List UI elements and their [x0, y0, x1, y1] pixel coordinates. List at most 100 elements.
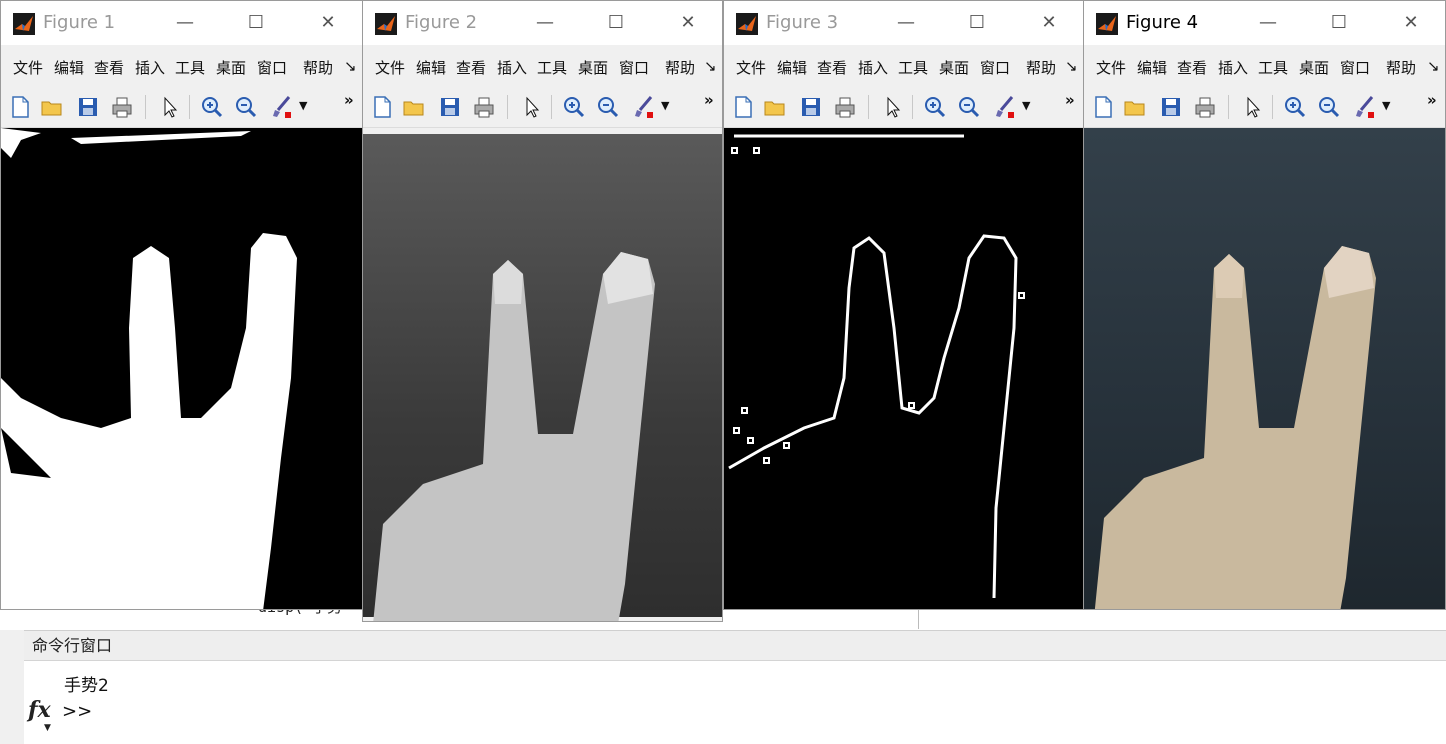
menu-overflow-icon[interactable]: ↘	[1065, 57, 1078, 75]
close-button[interactable]: ✕	[1395, 9, 1427, 37]
minimize-button[interactable]: —	[169, 9, 201, 37]
menu-item[interactable]: 文件	[375, 57, 405, 78]
maximize-button[interactable]: ☐	[1323, 9, 1355, 37]
menu-item[interactable]: 帮助	[303, 57, 333, 78]
open-folder-icon[interactable]	[1122, 94, 1148, 120]
fx-icon[interactable]: fx	[28, 697, 51, 723]
print-icon[interactable]	[832, 94, 858, 120]
brush-icon[interactable]	[992, 94, 1018, 120]
menu-item[interactable]: 桌面	[216, 57, 246, 78]
toolbar-overflow-icon[interactable]: »	[704, 91, 714, 109]
menu-item[interactable]: 帮助	[665, 57, 695, 78]
maximize-button[interactable]: ☐	[961, 9, 993, 37]
menu-item[interactable]: 插入	[1218, 57, 1248, 78]
menu-overflow-icon[interactable]: ↘	[1427, 57, 1440, 75]
close-button[interactable]: ✕	[312, 9, 344, 37]
zoom-out-icon[interactable]	[1316, 94, 1342, 120]
zoom-in-icon[interactable]	[199, 94, 225, 120]
brush-dropdown-icon[interactable]: ▼	[299, 99, 307, 112]
figure-titlebar[interactable]: Figure 1 — ☐ ✕	[1, 1, 362, 45]
new-file-icon[interactable]	[730, 94, 756, 120]
maximize-button[interactable]: ☐	[240, 9, 272, 37]
menu-item[interactable]: 桌面	[578, 57, 608, 78]
brush-icon[interactable]	[269, 94, 295, 120]
print-icon[interactable]	[1192, 94, 1218, 120]
menu-overflow-icon[interactable]: ↘	[704, 57, 717, 75]
figure-window-4[interactable]: Figure 4 — ☐ ✕ 文件 编辑 查看 插入 工具 桌面 窗口 帮助 ↘ ▼ »	[1083, 0, 1446, 610]
new-file-icon[interactable]	[369, 94, 395, 120]
close-button[interactable]: ✕	[1033, 9, 1065, 37]
menu-item[interactable]: 帮助	[1386, 57, 1416, 78]
new-file-icon[interactable]	[1090, 94, 1116, 120]
save-icon[interactable]	[1158, 94, 1184, 120]
menu-item[interactable]: 插入	[135, 57, 165, 78]
open-folder-icon[interactable]	[39, 94, 65, 120]
print-icon[interactable]	[109, 94, 135, 120]
menu-item[interactable]: 窗口	[1340, 57, 1370, 78]
brush-dropdown-icon[interactable]: ▼	[1022, 99, 1030, 112]
toolbar-overflow-icon[interactable]: »	[1427, 91, 1437, 109]
zoom-in-icon[interactable]	[922, 94, 948, 120]
minimize-button[interactable]: —	[1252, 9, 1284, 37]
menu-item[interactable]: 查看	[817, 57, 847, 78]
figure-window-2[interactable]: Figure 2 — ☐ ✕ 文件 编辑 查看 插入 工具 桌面 窗口 帮助 ↘ ▼ »	[362, 0, 723, 622]
zoom-out-icon[interactable]	[233, 94, 259, 120]
open-folder-icon[interactable]	[762, 94, 788, 120]
brush-icon[interactable]	[1352, 94, 1378, 120]
menu-item[interactable]: 桌面	[1299, 57, 1329, 78]
zoom-in-icon[interactable]	[561, 94, 587, 120]
menu-item[interactable]: 插入	[858, 57, 888, 78]
figure-titlebar[interactable]: Figure 2 — ☐ ✕	[363, 1, 722, 45]
command-window[interactable]: 命令行窗口 手势2 fx ▼ >>	[24, 630, 1446, 744]
menu-item[interactable]: 帮助	[1026, 57, 1056, 78]
figure-titlebar[interactable]: Figure 4 — ☐ ✕	[1084, 1, 1445, 45]
minimize-button[interactable]: —	[890, 9, 922, 37]
toolbar-overflow-icon[interactable]: »	[344, 91, 354, 109]
toolbar-overflow-icon[interactable]: »	[1065, 91, 1075, 109]
menu-item[interactable]: 编辑	[777, 57, 807, 78]
menu-item[interactable]: 插入	[497, 57, 527, 78]
menu-item[interactable]: 编辑	[1137, 57, 1167, 78]
open-folder-icon[interactable]	[401, 94, 427, 120]
minimize-button[interactable]: —	[529, 9, 561, 37]
brush-dropdown-icon[interactable]: ▼	[661, 99, 669, 112]
menu-item[interactable]: 查看	[94, 57, 124, 78]
menu-item[interactable]: 编辑	[54, 57, 84, 78]
new-file-icon[interactable]	[7, 94, 33, 120]
close-button[interactable]: ✕	[672, 9, 704, 37]
zoom-in-icon[interactable]	[1282, 94, 1308, 120]
pointer-icon[interactable]	[157, 94, 183, 120]
figure-window-3[interactable]: Figure 3 — ☐ ✕ 文件 编辑 查看 插入 工具 桌面 窗口 帮助 ↘ ▼ »	[723, 0, 1084, 610]
pointer-icon[interactable]	[1240, 94, 1266, 120]
menu-item[interactable]: 工具	[537, 57, 567, 78]
menu-item[interactable]: 工具	[1258, 57, 1288, 78]
menu-item[interactable]: 查看	[456, 57, 486, 78]
zoom-out-icon[interactable]	[595, 94, 621, 120]
figure-titlebar[interactable]: Figure 3 — ☐ ✕	[724, 1, 1083, 45]
brush-dropdown-icon[interactable]: ▼	[1382, 99, 1390, 112]
save-icon[interactable]	[798, 94, 824, 120]
fx-dropdown-icon[interactable]: ▼	[44, 723, 51, 733]
command-window-title[interactable]: 命令行窗口	[24, 631, 1446, 661]
menu-item[interactable]: 窗口	[619, 57, 649, 78]
brush-icon[interactable]	[631, 94, 657, 120]
zoom-out-icon[interactable]	[956, 94, 982, 120]
menu-overflow-icon[interactable]: ↘	[344, 57, 357, 75]
menu-item[interactable]: 窗口	[257, 57, 287, 78]
menu-item[interactable]: 窗口	[980, 57, 1010, 78]
menu-item[interactable]: 文件	[13, 57, 43, 78]
save-icon[interactable]	[437, 94, 463, 120]
save-icon[interactable]	[75, 94, 101, 120]
menu-item[interactable]: 工具	[898, 57, 928, 78]
pointer-icon[interactable]	[880, 94, 906, 120]
menu-item[interactable]: 桌面	[939, 57, 969, 78]
menu-item[interactable]: 查看	[1177, 57, 1207, 78]
menu-item[interactable]: 工具	[175, 57, 205, 78]
figure-window-1[interactable]: Figure 1 — ☐ ✕ 文件 编辑 查看 插入 工具 桌面 窗口 帮助 ↘ ▼ »	[0, 0, 363, 610]
menu-item[interactable]: 文件	[1096, 57, 1126, 78]
menu-item[interactable]: 编辑	[416, 57, 446, 78]
menu-item[interactable]: 文件	[736, 57, 766, 78]
print-icon[interactable]	[471, 94, 497, 120]
maximize-button[interactable]: ☐	[600, 9, 632, 37]
command-prompt[interactable]: >>	[62, 701, 92, 722]
